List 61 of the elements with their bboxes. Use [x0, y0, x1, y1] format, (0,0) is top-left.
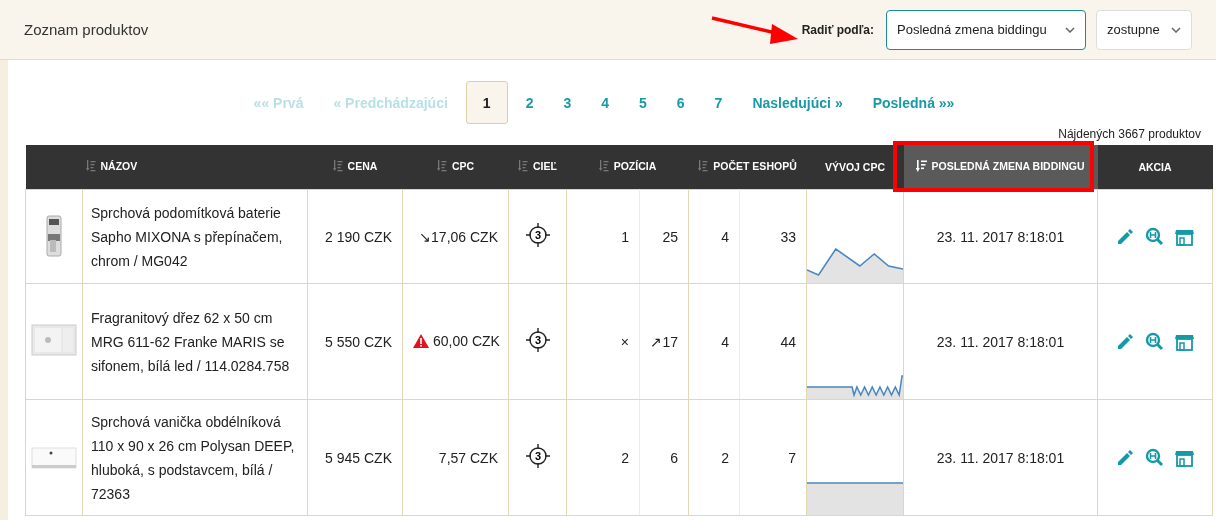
target-icon[interactable]: 3: [525, 444, 550, 468]
result-count: Nájdených 3667 produktov: [1057, 127, 1201, 141]
eshop-count: 44: [739, 283, 807, 400]
cpc-value: ↘17,06 CZK: [419, 228, 498, 245]
sort-field-select[interactable]: Posledná zmena biddingu: [886, 9, 1086, 50]
target-icon[interactable]: 3: [525, 223, 550, 247]
position-cell: 1: [566, 189, 640, 284]
sort-icon: [332, 160, 345, 172]
target-icon[interactable]: 3: [525, 328, 550, 352]
column-header[interactable]: NÁZOV: [85, 160, 138, 172]
product-name: Fragranitový dřez 62 x 50 cm MRG 611-62 Franke MARIS se sifonem, bílá led / 114.0284.758: [82, 283, 308, 400]
edit-button[interactable]: [1115, 226, 1135, 247]
pencil-icon: [1115, 447, 1135, 468]
eshop-count: 33: [739, 189, 807, 284]
column-header[interactable]: CENA: [332, 160, 378, 172]
position-cell: 6: [639, 399, 689, 516]
eshop-count: 4: [688, 189, 740, 284]
search-icon: [1145, 226, 1165, 247]
column-header[interactable]: CIEĽ: [518, 160, 557, 172]
product-name: Sprchová vanička obdélníková 110 x 90 x 26 cm Polysan DEEP, hluboká, s podstavcem, bílá / 72363: [82, 399, 308, 516]
sort-icon: [698, 160, 711, 172]
pencil-icon: [1115, 331, 1135, 352]
price-cell: 5 550 CZK: [307, 283, 403, 400]
price-cell: 5 945 CZK: [307, 399, 403, 516]
date-cell: 23. 11. 2017 8:18:01: [903, 399, 1098, 516]
page-title: Zoznam produktov: [24, 21, 149, 38]
product-name: Sprchová podomítková baterie Sapho MIXONA s přepínačem, chrom / MG042: [82, 189, 308, 284]
page-link[interactable]: 1: [465, 81, 508, 124]
cpc-value: 60,00 CZK: [433, 332, 500, 349]
price-cell: 2 190 CZK: [307, 189, 403, 284]
sort-icon: [518, 160, 531, 172]
column-header: VÝVOJ CPC: [824, 161, 886, 173]
sort-order-select[interactable]: zostupne: [1096, 9, 1192, 50]
caret-icon: [1171, 26, 1181, 33]
eshop-count: 7: [739, 399, 807, 516]
date-cell: 23. 11. 2017 8:18:01: [903, 283, 1098, 400]
search-button[interactable]: [1145, 226, 1165, 247]
edit-button[interactable]: [1115, 331, 1135, 352]
search-button[interactable]: [1145, 331, 1165, 352]
cpc-value: 7,57 CZK: [438, 449, 498, 466]
edit-button[interactable]: [1115, 447, 1135, 468]
search-icon: [1145, 447, 1165, 468]
position-cell: 25: [639, 189, 689, 284]
column-header[interactable]: POZÍCIA: [598, 160, 657, 172]
position-cell: ↗17: [639, 283, 689, 400]
position-cell: ×: [566, 283, 640, 400]
sort-icon: [916, 160, 929, 172]
pencil-icon: [1115, 226, 1135, 247]
column-header: AKCIA: [1138, 161, 1172, 173]
sort-label: Radiť podľa:: [801, 22, 874, 37]
eshop-count: 2: [688, 399, 740, 516]
sort-icon: [598, 160, 611, 172]
sort-icon: [85, 160, 98, 172]
sort-icon: [436, 160, 449, 172]
search-button[interactable]: [1145, 447, 1165, 468]
search-icon: [1145, 331, 1165, 352]
position-cell: 2: [566, 399, 640, 516]
eshop-count: 4: [688, 283, 740, 400]
caret-icon: [1065, 26, 1075, 33]
date-cell: 23. 11. 2017 8:18:01: [903, 189, 1098, 284]
column-header[interactable]: CPC: [436, 160, 475, 172]
